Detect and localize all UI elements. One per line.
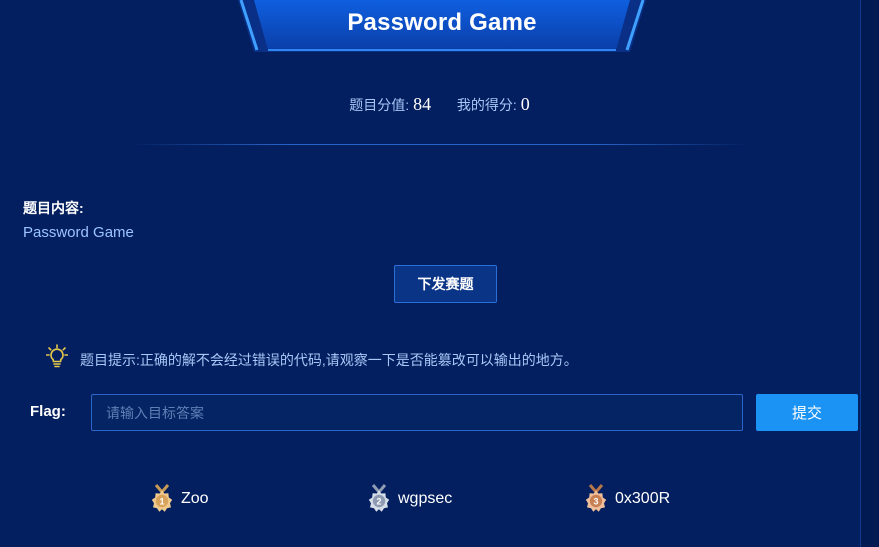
score-value: 84 <box>413 94 432 114</box>
bronze-medal-icon: 3 <box>585 484 607 512</box>
my-score-label: 我的得分: <box>456 97 517 113</box>
issue-challenge-button[interactable]: 下发赛题 <box>394 265 497 303</box>
divider <box>130 144 750 145</box>
leaderboard-name: Zoo <box>181 490 209 507</box>
medal-rank-1: 1 <box>159 497 164 507</box>
leaderboard-item-1: 1 Zoo <box>149 484 209 514</box>
leaderboard-name: wgpsec <box>398 490 453 507</box>
flag-input[interactable] <box>91 394 743 431</box>
medal-rank-3: 3 <box>593 497 598 507</box>
right-frame-edge <box>860 0 879 547</box>
title-banner: Password Game <box>238 0 646 52</box>
page-title: Password Game <box>347 9 537 36</box>
gold-medal-icon: 1 <box>151 484 173 512</box>
lightbulb-icon <box>45 344 69 373</box>
medal-rank-2: 2 <box>376 497 381 507</box>
score-row: 题目分值: 84 我的得分: 0 <box>0 94 879 115</box>
score-value-label: 题目分值: <box>349 97 410 113</box>
leaderboard-item-3: 3 0x300R <box>583 484 670 514</box>
leaderboard-name: 0x300R <box>615 490 671 507</box>
content-label: 题目内容: <box>23 200 84 216</box>
content-text: Password Game <box>23 224 134 241</box>
leaderboard-item-2: 2 wgpsec <box>366 484 452 514</box>
my-score-value: 0 <box>520 94 530 114</box>
hint-text: 题目提示:正确的解不会经过错误的代码,请观察一下是否能篡改可以输出的地方。 <box>80 352 578 368</box>
flag-label: Flag: <box>30 403 66 420</box>
submit-button[interactable]: 提交 <box>756 394 858 431</box>
silver-medal-icon: 2 <box>368 484 390 512</box>
